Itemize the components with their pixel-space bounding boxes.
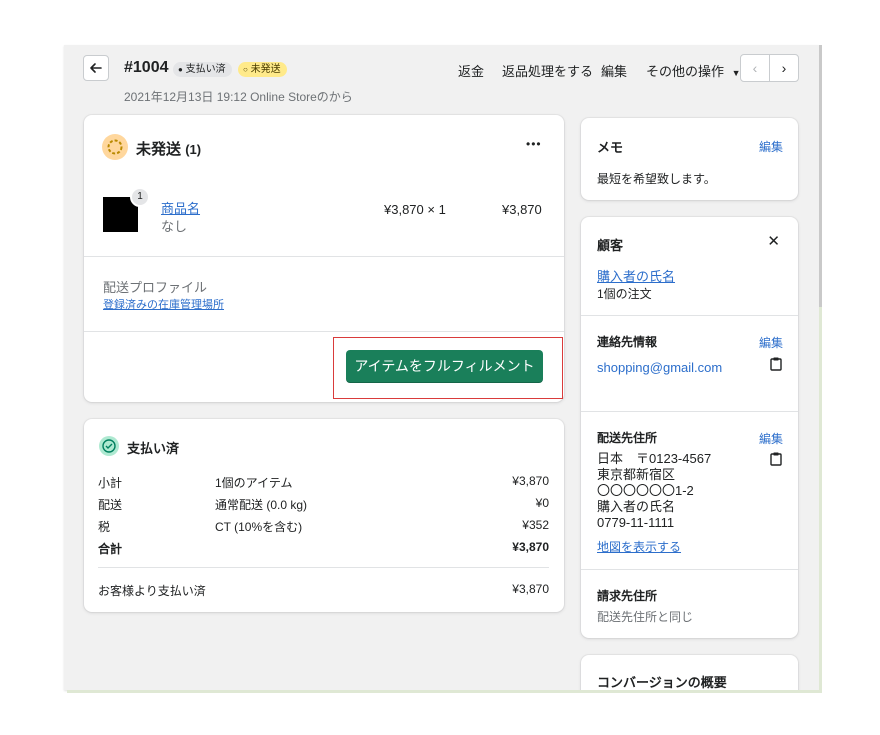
chevron-left-icon: ‹ [752,60,758,76]
shipping-address-block: 日本 〒0123-4567 東京都新宿区 〇〇〇〇〇〇1-2 購入者の氏名 07… [597,451,711,531]
next-order-button[interactable]: › [769,54,799,82]
circle-outline-icon: ○ [243,65,248,74]
product-name-link[interactable]: 商品名 [161,198,200,217]
edit-order-button[interactable]: 編集 [601,61,627,80]
divider [581,315,798,316]
line-total: ¥3,870 [502,202,542,217]
dot-icon: ● [178,65,183,74]
divider [98,567,549,568]
subtotal-amount: ¥3,870 [512,474,549,488]
customer-title: 顧客 [597,238,624,253]
more-actions-button[interactable]: その他の操作 ▼ [646,61,741,80]
clipboard-icon[interactable] [770,452,782,471]
refund-button[interactable]: 返金 [458,61,484,80]
arrow-left-icon [90,63,102,73]
previous-order-button[interactable]: ‹ [740,54,770,82]
total-label: 合計 [98,542,123,556]
tax-label: 税 [98,520,111,534]
subtotal-desc: 1個のアイテム [215,476,293,490]
divider [84,256,564,257]
customer-card: 顧客 ✕ 購入者の氏名 1個の注文 連絡先情報 編集 shopping@gmai… [581,217,798,638]
scrollbar[interactable] [819,45,822,307]
contact-title: 連絡先情報 [597,335,658,349]
notes-title: メモ [597,140,624,155]
tax-amount: ¥352 [522,518,549,532]
shipping-profile-label: 配送プロファイル [103,280,208,295]
back-button[interactable] [83,55,109,81]
clipboard-icon[interactable] [770,357,782,376]
fulfill-items-button[interactable]: アイテムをフルフィルメント [346,350,543,383]
unfulfilled-title: 未発送 (1) [136,141,202,158]
shipping-address-title: 配送先住所 [597,431,658,445]
order-detail-window: #1004 ● 支払い済 ○ 未発送 2021年12月13日 19:12 Onl… [64,45,819,690]
billing-address-text: 配送先住所と同じ [597,610,694,624]
address-line: 〇〇〇〇〇〇1-2 [597,483,694,498]
edit-shipping-address-button[interactable]: 編集 [759,430,783,447]
divider [581,569,798,570]
address-line: 東京都新宿区 [597,467,676,482]
divider [84,331,564,332]
order-date-source: 2021年12月13日 19:12 Online Storeのから [124,90,353,104]
divider [581,411,798,412]
address-line: 0779-11-1111 [597,515,675,530]
payment-card: 支払い済 小計 1個のアイテム ¥3,870 配送 通常配送 (0.0 kg) … [84,419,564,612]
product-variant: なし [161,219,188,234]
more-options-button[interactable]: ••• [526,137,542,151]
location-link[interactable]: 登録済みの在庫管理場所 [103,296,224,312]
address-line: 日本 〒0123-4567 [597,451,712,466]
unit-price: ¥3,870 × 1 [384,202,446,217]
tax-desc: CT (10%を含む) [215,520,303,534]
paid-by-customer-label: お客様より支払い済 [98,584,206,598]
check-circle-icon [99,436,119,456]
edit-notes-button[interactable]: 編集 [759,138,783,155]
subtotal-label: 小計 [98,476,123,490]
shipping-label: 配送 [98,498,123,512]
unfulfilled-icon [102,134,128,160]
billing-address-title: 請求先住所 [597,589,658,603]
total-amount: ¥3,870 [512,540,549,554]
quantity-badge: 1 [130,187,150,207]
view-map-link[interactable]: 地図を表示する [597,538,681,555]
edit-contact-button[interactable]: 編集 [759,334,783,351]
payment-status-badge: ● 支払い済 [173,62,232,77]
customer-orders-count: 1個の注文 [597,287,652,301]
paid-by-customer-amount: ¥3,870 [512,582,549,596]
shipping-desc: 通常配送 (0.0 kg) [215,498,308,512]
close-icon[interactable]: ✕ [767,232,780,250]
address-line: 購入者の氏名 [597,499,676,514]
payment-title: 支払い済 [127,441,180,456]
customer-name-link[interactable]: 購入者の氏名 [597,266,675,285]
conversion-summary-title: コンバージョンの概要 [597,675,727,690]
notes-card: メモ 編集 最短を希望致します。 [581,118,798,200]
conversion-summary-card: コンバージョンの概要 [581,655,798,690]
unfulfilled-card: 未発送 (1) ••• 1 商品名 なし ¥3,870 × 1 ¥3,870 配… [84,115,564,402]
chevron-right-icon: › [781,60,787,76]
customer-email-link[interactable]: shopping@gmail.com [597,360,722,375]
notes-text: 最短を希望致します。 [597,172,716,186]
return-button[interactable]: 返品処理をする [502,61,593,80]
fulfillment-status-badge: ○ 未発送 [238,62,287,77]
shipping-amount: ¥0 [535,496,549,510]
order-number: #1004 [124,59,169,76]
